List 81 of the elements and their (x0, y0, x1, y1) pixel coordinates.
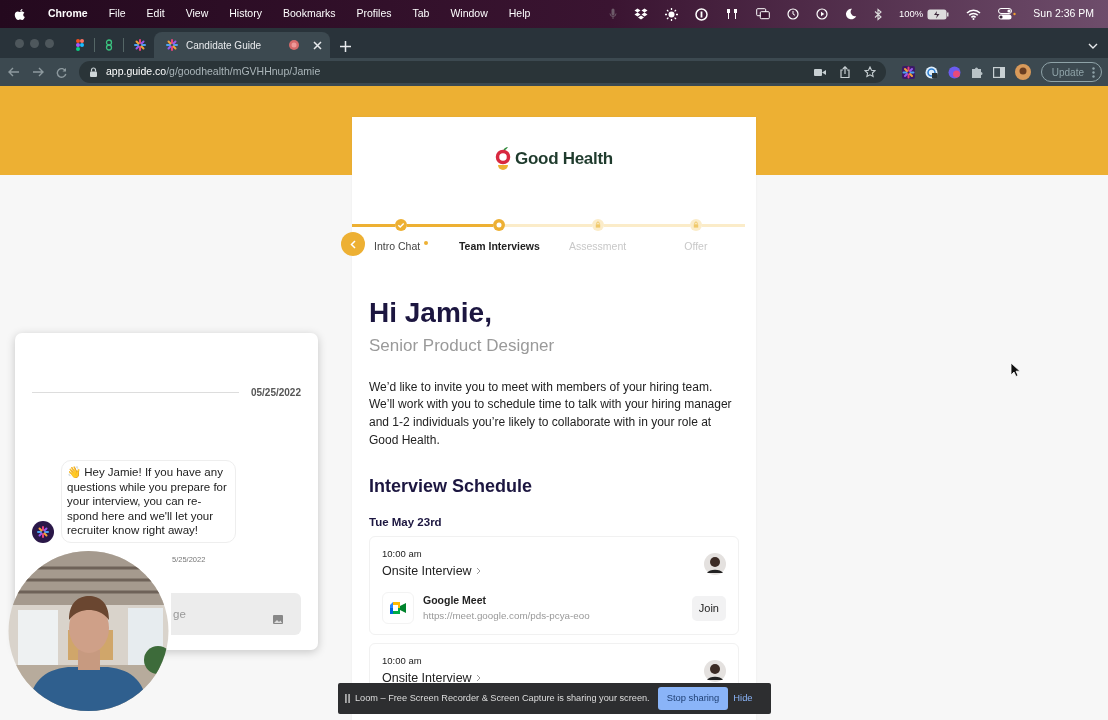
password-icon[interactable] (695, 7, 708, 21)
sender-avatar (32, 520, 54, 543)
profile-avatar-icon[interactable] (1014, 64, 1031, 80)
windows-icon[interactable] (756, 8, 770, 20)
recording-icon (289, 40, 299, 50)
interviewer-avatar[interactable] (704, 552, 726, 575)
chat-date: 05/25/2022 (250, 386, 301, 400)
earbuds-icon[interactable] (725, 8, 739, 20)
battery-percentage: 100% (899, 6, 924, 21)
intro-paragraph: We’d like to invite you to meet with members of your hiring team. We’ll work with you to schedule time to talk with your hiring manager and 1-2 individuals you’re likely to collaborate with in your role at Good Health. (369, 378, 733, 449)
starburst-icon[interactable] (134, 39, 146, 51)
address-bar[interactable]: app.guide.co/g/goodhealth/mGVHHnup/Jamie (79, 61, 886, 83)
sharing-message: Loom – Free Screen Recorder & Screen Capture is sharing your screen. (355, 691, 650, 705)
hide-button[interactable]: Hide (731, 691, 755, 706)
forward-icon[interactable] (32, 67, 44, 77)
bookmark-star-icon[interactable] (863, 66, 876, 78)
reload-icon[interactable] (56, 66, 67, 78)
control-center-icon[interactable] (998, 8, 1017, 20)
microphone-icon[interactable] (609, 8, 617, 20)
dropbox-icon[interactable] (634, 8, 648, 20)
step-label[interactable]: Intro Chat (374, 239, 421, 255)
interviewer-avatar[interactable] (704, 659, 726, 682)
wifi-icon[interactable] (966, 8, 982, 20)
app-menu[interactable]: Chrome (48, 6, 88, 22)
more-icon[interactable] (1092, 66, 1095, 78)
menu-item[interactable]: Edit (146, 6, 165, 22)
image-icon[interactable] (273, 615, 283, 625)
url-text: app.guide.co/g/goodhealth/mGVHHnup/Jamie (106, 64, 321, 80)
brand-name: Good Health (515, 148, 613, 171)
menu-item[interactable]: History (229, 6, 262, 22)
chat-message: 👋 Hey Jamie! If you have any questions while you prepare for your interview, you can re-spond here and we'll let your recruiter know right away! (61, 460, 236, 543)
mouse-cursor-icon (1010, 362, 1020, 377)
interview-time: 10:00 am (382, 654, 423, 669)
menu-item[interactable]: Bookmarks (282, 6, 336, 22)
pause-icon[interactable] (345, 694, 350, 703)
interview-time: 10:00 am (382, 547, 423, 562)
puzzle-icon[interactable] (970, 66, 983, 78)
lock-icon (89, 67, 98, 77)
menu-item[interactable]: File (108, 6, 126, 22)
menu-item[interactable]: Help (508, 6, 531, 22)
video-call-icon (390, 602, 406, 615)
share-icon[interactable] (839, 66, 850, 78)
menu-item[interactable]: Profiles (356, 6, 392, 22)
play-icon[interactable] (816, 8, 828, 20)
chevron-right-icon (475, 674, 481, 683)
figure-eight-icon[interactable] (105, 39, 113, 51)
extension-icon[interactable] (924, 65, 938, 79)
interview-title-link[interactable]: Onsite Interview (382, 561, 472, 581)
clock-icon[interactable] (787, 8, 799, 20)
apple-logo-icon (495, 146, 512, 172)
chevron-down-icon[interactable] (1088, 43, 1098, 49)
menu-item[interactable]: View (185, 6, 209, 22)
menu-item[interactable]: Tab (412, 6, 430, 22)
date-heading: Tue May 23rd (369, 515, 443, 531)
chevron-right-icon (475, 567, 481, 576)
stop-sharing-button[interactable]: Stop sharing (657, 687, 729, 710)
apple-icon[interactable] (14, 7, 26, 21)
join-button[interactable]: Join (691, 596, 726, 621)
figma-icon[interactable] (76, 39, 84, 51)
greeting-heading: Hi Jamie, (369, 295, 493, 330)
back-icon[interactable] (8, 67, 20, 77)
bluetooth-icon[interactable] (874, 7, 882, 21)
extension-icon[interactable] (901, 65, 915, 79)
camera-icon[interactable] (813, 67, 826, 77)
menu-bar-clock: Sun 2:36 PM (1033, 6, 1094, 22)
section-heading: Interview Schedule (369, 475, 534, 499)
message-field[interactable]: ge (171, 593, 301, 636)
battery-icon (927, 8, 950, 20)
step-label[interactable]: Team Interviews (458, 239, 540, 255)
new-tab-icon[interactable] (340, 41, 351, 52)
interview-title-link[interactable]: Onsite Interview (382, 668, 472, 688)
meeting-tool-name: Google Meet (423, 593, 487, 609)
browser-tab[interactable]: Candidate Guide (154, 32, 330, 58)
sun-icon[interactable] (665, 7, 678, 21)
side-panel-icon[interactable] (992, 66, 1005, 78)
chevron-left-icon (350, 239, 356, 249)
close-icon[interactable] (313, 40, 322, 50)
starburst-icon (166, 39, 178, 51)
menu-item[interactable]: Window (450, 6, 488, 22)
moon-icon[interactable] (845, 8, 857, 20)
job-title: Senior Product Designer (369, 335, 556, 358)
